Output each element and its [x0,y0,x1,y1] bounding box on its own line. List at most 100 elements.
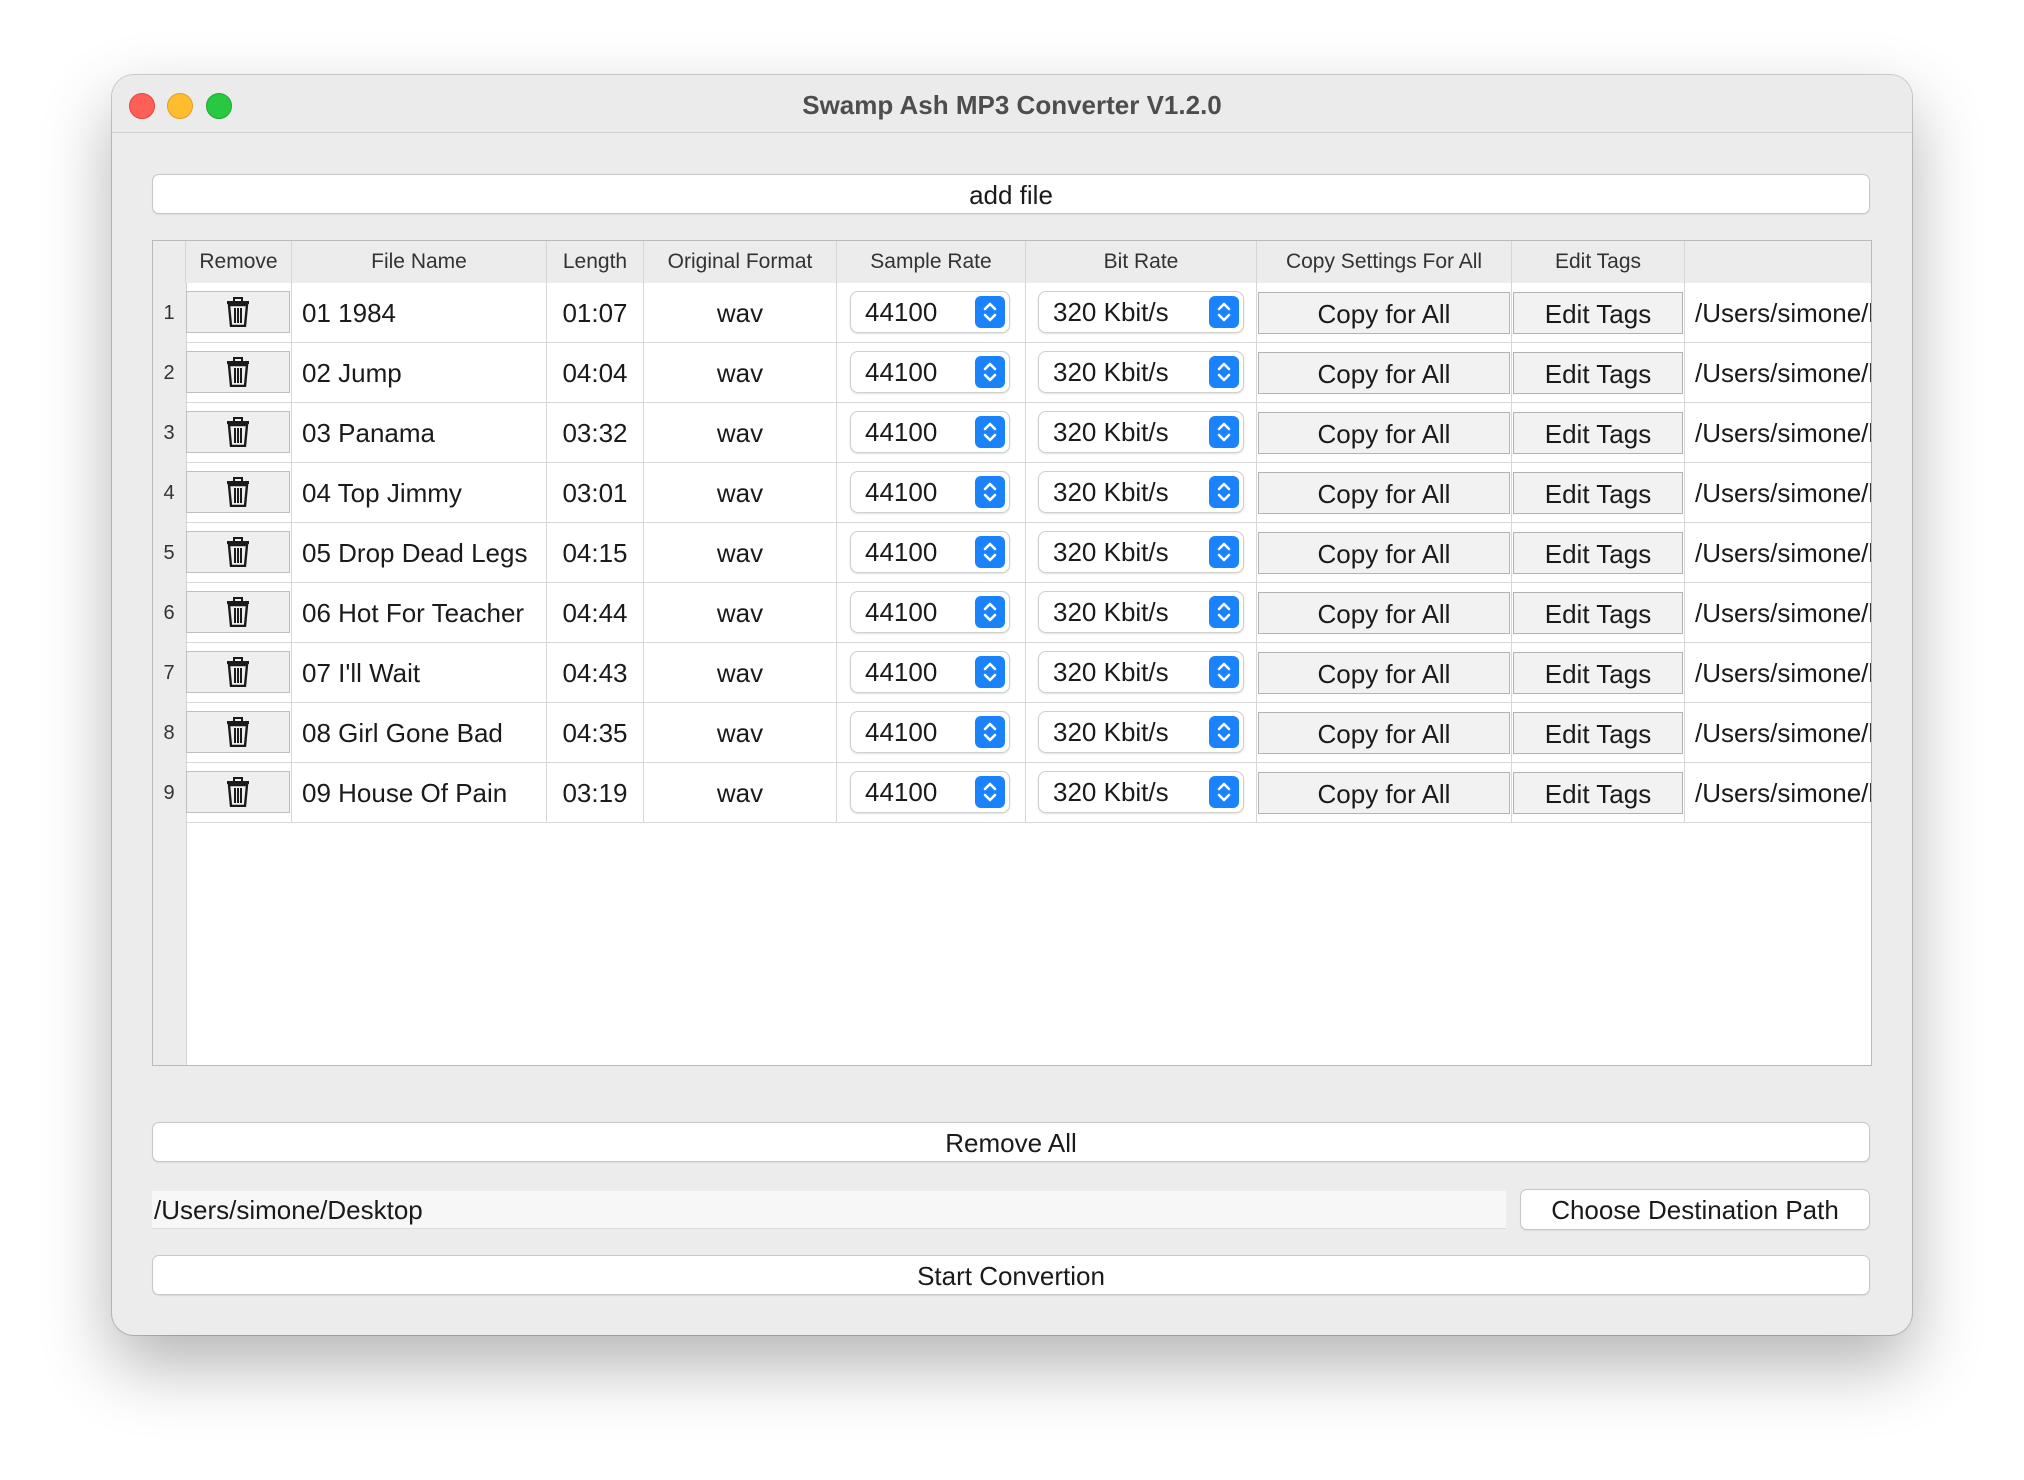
sample-rate-select[interactable]: 44100 [850,471,1010,513]
path-cell: /Users/simone/l [1695,598,1872,628]
start-conversion-button[interactable]: Start Convertion [152,1255,1870,1295]
sample-rate-select[interactable]: 44100 [850,651,1010,693]
bit-rate-select[interactable]: 320 Kbit/s [1038,291,1244,333]
length-cell: 03:01 [547,463,644,523]
sample-rate-select[interactable]: 44100 [850,411,1010,453]
copy-for-all-button[interactable]: Copy for All [1258,652,1510,694]
copy-for-all-button[interactable]: Copy for All [1258,352,1510,394]
copy-for-all-button[interactable]: Copy for All [1258,772,1510,814]
header-file-name[interactable]: File Name [292,241,547,283]
file-table: Remove File Name Length Original Format … [152,240,1872,1066]
header-path[interactable] [1685,241,1871,283]
header-bit-rate[interactable]: Bit Rate [1026,241,1257,283]
header-edit-tags[interactable]: Edit Tags [1512,241,1685,283]
header-length[interactable]: Length [547,241,644,283]
sample-rate-select[interactable]: 44100 [850,591,1010,633]
length-cell: 04:43 [547,643,644,703]
bit-rate-value: 320 Kbit/s [1053,597,1169,627]
header-sample-rate[interactable]: Sample Rate [837,241,1026,283]
edit-tags-button[interactable]: Edit Tags [1513,532,1683,574]
remove-row-button[interactable] [186,351,290,393]
remove-row-button[interactable] [186,471,290,513]
edit-tags-cell: Edit Tags [1512,583,1685,643]
edit-tags-button[interactable]: Edit Tags [1513,292,1683,334]
sample-rate-select[interactable]: 44100 [850,711,1010,753]
path-cell: /Users/simone/l [1695,718,1872,748]
edit-tags-button[interactable]: Edit Tags [1513,412,1683,454]
bit-rate-select[interactable]: 320 Kbit/s [1038,471,1244,513]
table-row[interactable]: 1 01 1984 01:07 wav 44100 320 Kbit/s Copy for … [153,283,1871,343]
length-cell: 04:44 [547,583,644,643]
up-down-chevron-icon [1209,476,1239,508]
table-row[interactable]: 2 02 Jump 04:04 wav 44100 320 Kbit/s Copy for … [153,343,1872,403]
table-row[interactable]: 7 07 I'll Wait 04:43 wav 44100 320 Kbit/s Copy… [153,643,1871,703]
remove-row-button[interactable] [186,531,290,573]
file-name-cell: 02 Jump [292,343,547,403]
copy-for-all-button[interactable]: Copy for All [1258,292,1510,334]
copy-for-all-button[interactable]: Copy for All [1258,532,1510,574]
table-row[interactable]: 5 05 Drop Dead Legs 04:15 wav 44100 320 Kbit/… [153,523,1871,583]
row-number: 7 [153,643,185,703]
copy-for-all-button[interactable]: Copy for All [1258,472,1510,514]
bit-rate-value: 320 Kbit/s [1053,537,1169,567]
header-remove[interactable]: Remove [186,241,292,283]
bit-rate-select[interactable]: 320 Kbit/s [1038,591,1244,633]
remove-all-button[interactable]: Remove All [152,1122,1870,1162]
copy-settings-cell: Copy for All [1257,703,1512,763]
edit-tags-button[interactable]: Edit Tags [1513,592,1683,634]
edit-tags-button[interactable]: Edit Tags [1513,352,1683,394]
bit-rate-select[interactable]: 320 Kbit/s [1038,771,1244,813]
bit-rate-cell: 320 Kbit/s [1026,703,1257,763]
row-number: 1 [153,283,185,343]
up-down-chevron-icon [1209,296,1239,328]
edit-tags-button[interactable]: Edit Tags [1513,772,1683,814]
copy-for-all-button[interactable]: Copy for All [1258,712,1510,754]
copy-settings-cell: Copy for All [1257,763,1512,823]
trash-icon [225,297,251,327]
sample-rate-select[interactable]: 44100 [850,351,1010,393]
sample-rate-value: 44100 [865,777,938,807]
file-name-cell: 09 House Of Pain [292,763,547,823]
remove-cell [186,643,292,703]
trash-icon [225,537,251,567]
table-row[interactable]: 6 06 Hot For Teacher 04:44 wav 44100 320 Kbit… [153,583,1872,643]
remove-row-button[interactable] [186,411,290,453]
remove-row-button[interactable] [186,771,290,813]
edit-tags-button[interactable]: Edit Tags [1513,652,1683,694]
edit-tags-button[interactable]: Edit Tags [1513,472,1683,514]
sample-rate-cell: 44100 [837,403,1026,463]
remove-row-button[interactable] [186,651,290,693]
bit-rate-select[interactable]: 320 Kbit/s [1038,351,1244,393]
remove-row-button[interactable] [186,711,290,753]
table-row[interactable]: 3 03 Panama 03:32 wav 44100 320 Kbit/s Copy fo… [153,403,1871,463]
header-original-format[interactable]: Original Format [644,241,837,283]
edit-tags-cell: Edit Tags [1512,403,1685,463]
destination-path-field[interactable]: /Users/simone/Desktop [152,1191,1506,1229]
remove-row-button[interactable] [186,591,290,633]
copy-for-all-button[interactable]: Copy for All [1258,412,1510,454]
sample-rate-select[interactable]: 44100 [850,291,1010,333]
bit-rate-value: 320 Kbit/s [1053,657,1169,687]
file-name-cell: 08 Girl Gone Bad [292,703,547,763]
bit-rate-select[interactable]: 320 Kbit/s [1038,531,1244,573]
edit-tags-button[interactable]: Edit Tags [1513,712,1683,754]
row-number: 6 [153,583,185,643]
up-down-chevron-icon [1209,716,1239,748]
table-row[interactable]: 8 08 Girl Gone Bad 04:35 wav 44100 320 Kbit/s… [153,703,1872,763]
bit-rate-select[interactable]: 320 Kbit/s [1038,711,1244,753]
header-copy-settings[interactable]: Copy Settings For All [1257,241,1512,283]
add-file-button[interactable]: add file [152,174,1870,214]
choose-destination-button[interactable]: Choose Destination Path [1520,1189,1870,1230]
bit-rate-select[interactable]: 320 Kbit/s [1038,411,1244,453]
table-row[interactable]: 9 09 House Of Pain 03:19 wav 44100 320 Kbit/s… [153,763,1871,823]
sample-rate-cell: 44100 [837,343,1026,403]
sample-rate-select[interactable]: 44100 [850,531,1010,573]
copy-for-all-button[interactable]: Copy for All [1258,592,1510,634]
sample-rate-value: 44100 [865,477,938,507]
trash-icon [225,357,251,387]
sample-rate-select[interactable]: 44100 [850,771,1010,813]
path-cell: /Users/simone/l [1695,358,1872,388]
bit-rate-select[interactable]: 320 Kbit/s [1038,651,1244,693]
remove-row-button[interactable] [186,291,290,333]
table-row[interactable]: 4 04 Top Jimmy 03:01 wav 44100 320 Kbit/s Copy… [153,463,1871,523]
